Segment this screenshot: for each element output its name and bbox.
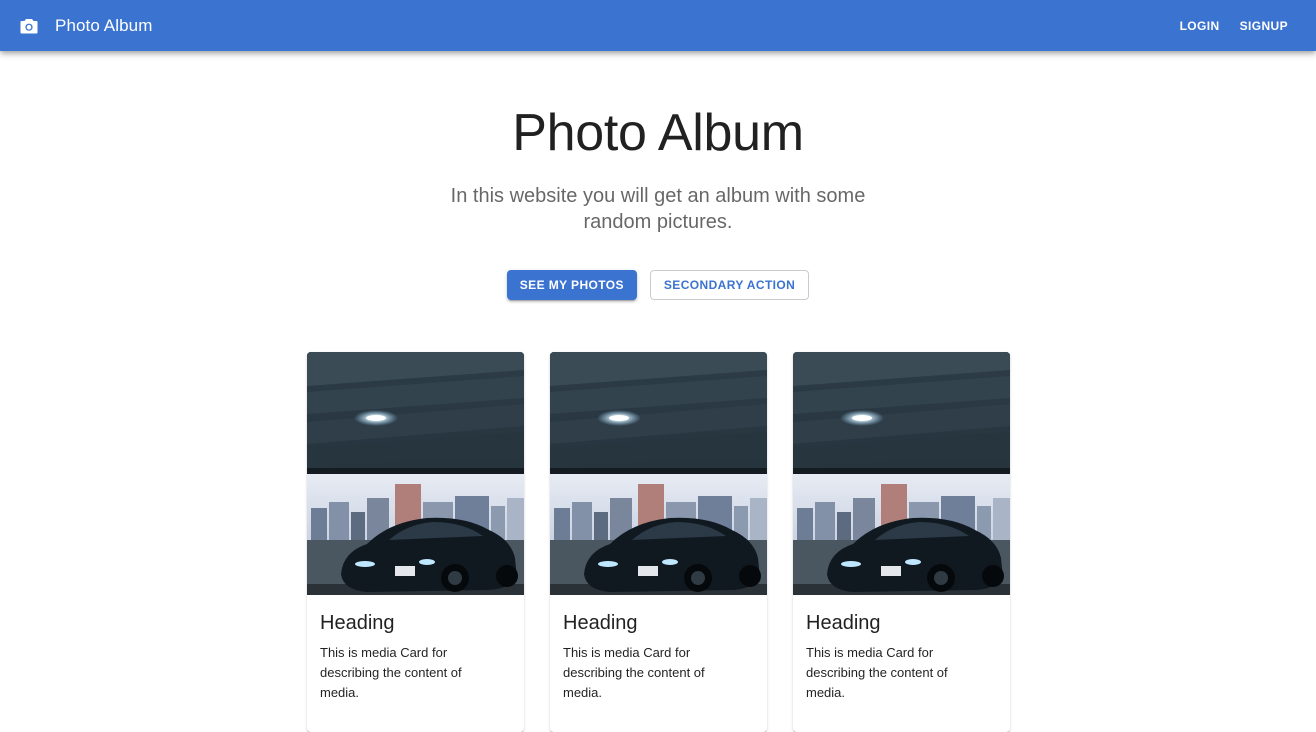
app-bar: Photo Album LOGIN SIGNUP	[0, 0, 1316, 51]
card-image	[793, 352, 1010, 595]
card-content: Heading This is media Card for describin…	[550, 595, 767, 717]
hero-actions: SEE MY PHOTOS SECONDARY ACTION	[0, 270, 1316, 300]
signup-button[interactable]: SIGNUP	[1236, 13, 1292, 39]
page-title: Photo Album	[512, 104, 804, 162]
hero-subtitle: In this website you will get an album wi…	[450, 185, 866, 233]
see-my-photos-button[interactable]: SEE MY PHOTOS	[506, 270, 637, 300]
card-image	[550, 352, 767, 595]
login-button[interactable]: LOGIN	[1176, 13, 1224, 39]
card-description: This is media Card for describing the co…	[320, 645, 462, 700]
card-content: Heading This is media Card for describin…	[793, 595, 1010, 717]
app-title: Photo Album	[55, 15, 153, 35]
card-description: This is media Card for describing the co…	[806, 645, 948, 700]
camera-icon	[20, 17, 38, 35]
secondary-action-button[interactable]: SECONDARY ACTION	[649, 270, 810, 300]
card-image	[307, 352, 524, 595]
media-card[interactable]: Heading This is media Card for describin…	[550, 352, 767, 732]
card-content: Heading This is media Card for describin…	[307, 595, 524, 717]
card-description: This is media Card for describing the co…	[563, 645, 705, 700]
media-card[interactable]: Heading This is media Card for describin…	[307, 352, 524, 732]
card-grid: Heading This is media Card for describin…	[307, 352, 1010, 732]
card-heading: Heading	[563, 612, 638, 634]
hero-section: Photo Album In this website you will get…	[0, 51, 1316, 300]
card-heading: Heading	[320, 612, 395, 634]
card-heading: Heading	[806, 612, 881, 634]
media-card[interactable]: Heading This is media Card for describin…	[793, 352, 1010, 732]
